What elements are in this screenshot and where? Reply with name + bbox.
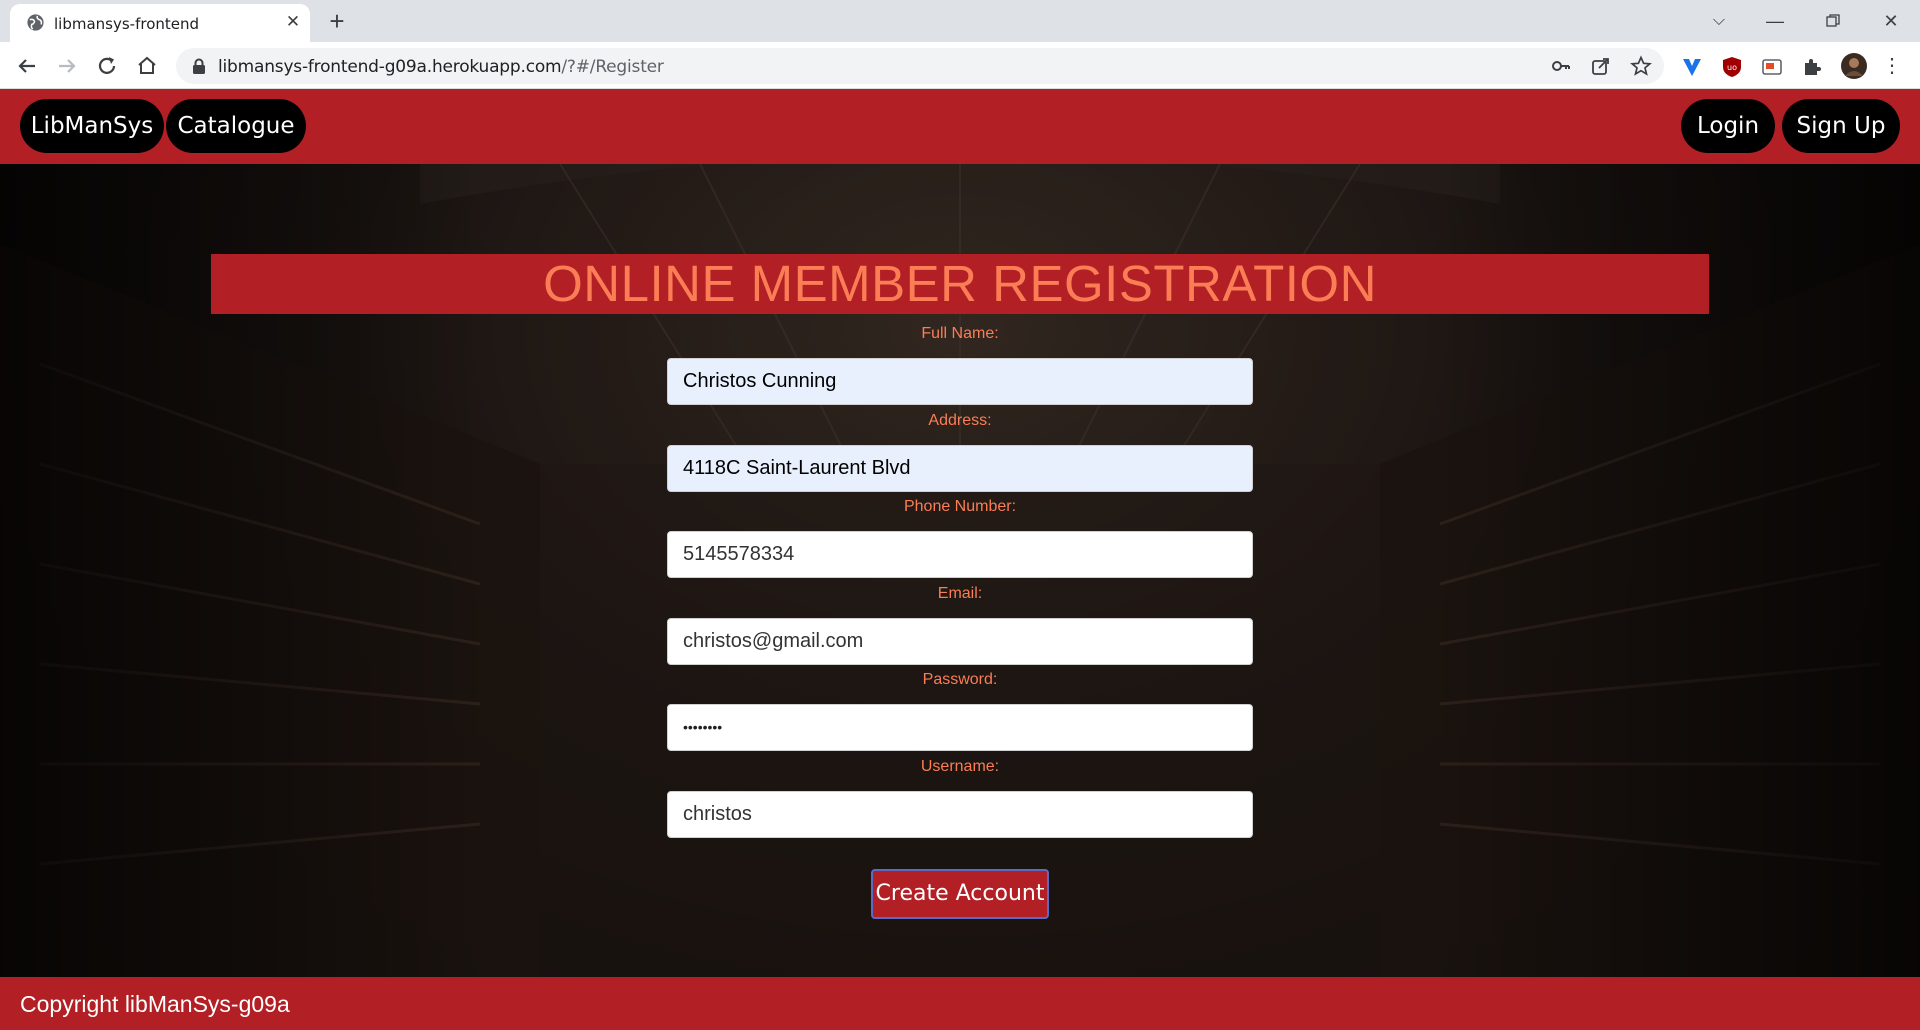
bookmark-star-icon[interactable] <box>1630 55 1652 77</box>
extensions-puzzle-icon[interactable] <box>1800 55 1824 79</box>
address-input[interactable]: 4118C Saint-Laurent Blvd <box>667 445 1253 492</box>
tab-search-icon[interactable]: ⌵ <box>1704 8 1734 34</box>
email-input[interactable]: christos@gmail.com <box>667 618 1253 665</box>
restore-icon[interactable] <box>1818 8 1848 34</box>
page-title: ONLINE MEMBER REGISTRATION <box>211 254 1709 314</box>
globe-icon <box>27 14 44 31</box>
login-link[interactable]: Login <box>1681 99 1775 153</box>
forward-arrow-icon[interactable] <box>53 52 81 80</box>
brand-link[interactable]: LibManSys <box>20 99 164 153</box>
minimize-icon[interactable]: — <box>1760 8 1790 34</box>
browser-tab-bar: libmansys-frontend ✕ + ⌵ — ✕ <box>0 0 1920 42</box>
phone-number-label: Phone Number: <box>903 498 1017 515</box>
key-icon[interactable] <box>1550 55 1572 77</box>
share-icon[interactable] <box>1590 55 1612 77</box>
svg-text:uo: uo <box>1727 63 1737 72</box>
browser-tab[interactable]: libmansys-frontend ✕ <box>10 4 310 42</box>
phone-number-input[interactable]: 5145578334 <box>667 531 1253 578</box>
back-arrow-icon[interactable] <box>13 52 41 80</box>
close-window-icon[interactable]: ✕ <box>1876 8 1906 34</box>
menu-kebab-icon[interactable]: ⋮ <box>1882 54 1902 78</box>
browser-toolbar: libmansys-frontend-g09a.herokuapp.com/?#… <box>0 42 1920 89</box>
page-content: LibManSys Catalogue Login Sign Up ONLINE… <box>0 89 1920 1030</box>
url-text: libmansys-frontend-g09a.herokuapp.com/?#… <box>218 57 664 77</box>
cast-icon[interactable] <box>1760 55 1784 79</box>
new-tab-icon[interactable]: + <box>322 8 352 34</box>
copyright-text: Copyright libManSys-g09a <box>20 991 290 1017</box>
password-label: Password: <box>922 671 998 688</box>
email-label: Email: <box>937 585 983 602</box>
close-tab-icon[interactable]: ✕ <box>282 11 304 33</box>
footer: Copyright libManSys-g09a <box>0 977 1920 1030</box>
create-account-button[interactable]: Create Account <box>871 869 1049 919</box>
ublock-icon[interactable]: uo <box>1720 55 1744 79</box>
username-label: Username: <box>920 758 1000 775</box>
full-name-label: Full Name: <box>921 325 999 342</box>
avatar[interactable] <box>1840 52 1868 80</box>
signup-link[interactable]: Sign Up <box>1782 99 1900 153</box>
catalogue-link[interactable]: Catalogue <box>166 99 306 153</box>
tab-title: libmansys-frontend <box>54 15 200 33</box>
full-name-input[interactable]: Christos Cunning <box>667 358 1253 405</box>
address-bar[interactable]: libmansys-frontend-g09a.herokuapp.com/?#… <box>176 48 1664 84</box>
password-input[interactable]: •••••••• <box>667 704 1253 751</box>
username-input[interactable]: christos <box>667 791 1253 838</box>
home-icon[interactable] <box>133 52 161 80</box>
lock-icon[interactable] <box>192 58 206 74</box>
top-navbar: LibManSys Catalogue Login Sign Up <box>0 89 1920 164</box>
extension-v-icon[interactable] <box>1680 55 1704 79</box>
address-label: Address: <box>928 412 992 429</box>
reload-icon[interactable] <box>93 52 121 80</box>
